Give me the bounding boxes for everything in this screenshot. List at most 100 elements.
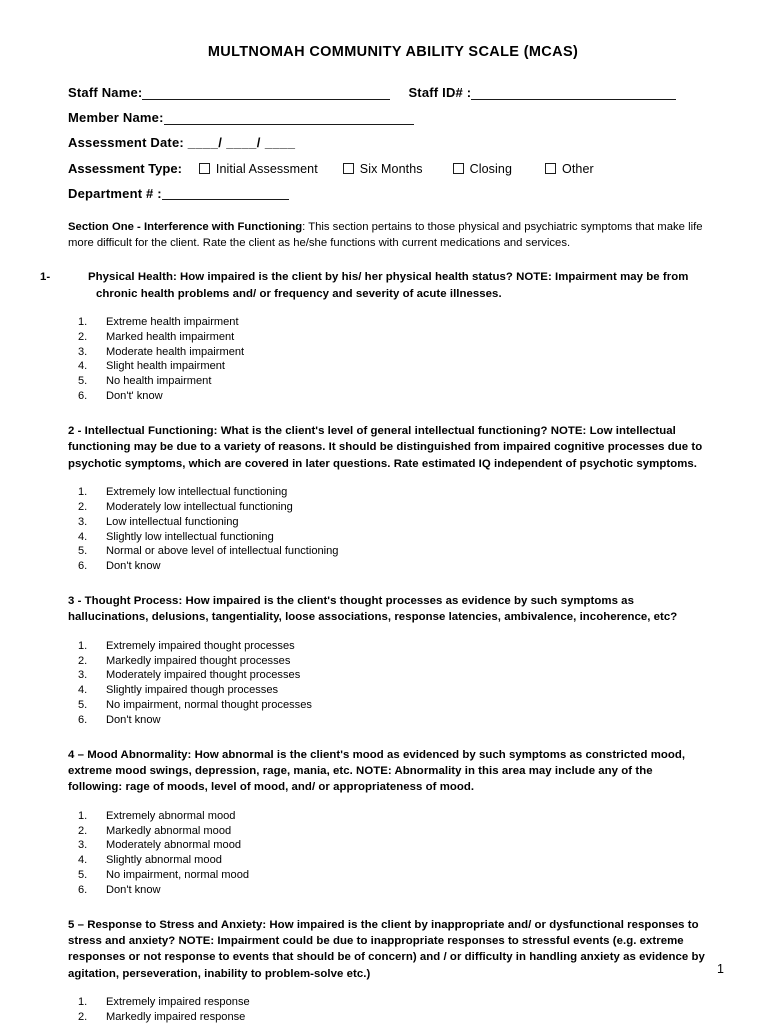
assessment-date-row: Assessment Date: ____/ ____/ ____: [68, 135, 708, 151]
staff-name-label: Staff Name:: [68, 85, 143, 100]
option-label: Extreme health impairment: [106, 316, 239, 329]
option-item[interactable]: 4. Slightly low intellectual functioning: [68, 530, 708, 545]
option-label: Slight health impairment: [106, 360, 226, 373]
option-item[interactable]: 6. Don't know: [68, 713, 708, 728]
question-4: 4 – Mood Abnormality: How abnormal is th…: [68, 748, 686, 794]
page-number: 1: [717, 962, 724, 976]
department-input[interactable]: [161, 187, 289, 201]
staff-id-label: Staff ID# :: [408, 85, 472, 100]
staff-name-input[interactable]: [142, 87, 391, 100]
question-1-options: 1. Extreme health impairment 2. Marked hea…: [68, 315, 708, 404]
option-label: Marked health impairment: [106, 330, 235, 343]
option-item[interactable]: 2. Moderately low intellectual functionin…: [68, 500, 708, 515]
option-item[interactable]: 5. No impairment, normal mood: [68, 868, 708, 883]
question-3-options: 1. Extremely impaired thought processes 2…: [68, 639, 708, 728]
checkbox-box-icon: [342, 163, 354, 175]
option-item[interactable]: 3. Moderately abnormal mood: [68, 838, 708, 853]
option-item[interactable]: 5. No health impairment: [68, 374, 708, 389]
option-item[interactable]: 1. Extremely abnormal mood: [68, 809, 708, 824]
option-label: Normal or above level of intellectual fu…: [106, 545, 339, 558]
checkbox-six-months[interactable]: Six Months: [342, 161, 423, 177]
option-item[interactable]: 1. Extremely low intellectual functioning: [68, 485, 708, 500]
option-label: Low intellectual functioning: [106, 515, 239, 528]
option-item[interactable]: 6. Don't' know: [68, 389, 708, 404]
member-name-row: Member Name:: [68, 110, 708, 126]
option-label: Extremely abnormal mood: [106, 809, 236, 822]
checkbox-box-icon: [545, 163, 556, 175]
assessment-date-label: Assessment Date:: [68, 135, 184, 151]
assessment-date-input[interactable]: ____/ ____/ ____: [188, 135, 296, 150]
option-label: Moderately abnormal mood: [106, 839, 242, 852]
document-content: MULTNOMAH COMMUNITY ABILITY SCALE (MCAS)…: [40, 44, 708, 1024]
option-item[interactable]: 1. Extreme health impairment: [68, 315, 708, 330]
option-label: Moderately low intellectual functioning: [106, 500, 293, 513]
assessment-type-row: Assessment Type: Initial Assessment Six Mo…: [68, 161, 708, 176]
assessment-type-label: Assessment Type:: [68, 161, 182, 177]
option-item[interactable]: 6. Don't know: [68, 883, 708, 898]
option-item[interactable]: 2. Markedly impaired thought processes: [68, 654, 708, 669]
option-item[interactable]: 4. Slight health impairment: [68, 359, 708, 374]
option-label: Markedly abnormal mood: [106, 824, 232, 837]
option-label: Extremely impaired response: [106, 996, 250, 1009]
option-item[interactable]: 3. Low intellectual functioning: [68, 515, 708, 530]
document-page: MULTNOMAH COMMUNITY ABILITY SCALE (MCAS)…: [0, 0, 770, 1024]
department-label: Department # :: [68, 185, 162, 201]
page-title: MULTNOMAH COMMUNITY ABILITY SCALE (MCAS): [207, 44, 579, 60]
member-name-input[interactable]: [163, 112, 414, 125]
option-item[interactable]: 4. Slightly impaired though processes: [68, 683, 708, 698]
option-label: Don't' know: [106, 390, 163, 403]
option-label: No impairment, normal mood: [106, 869, 250, 881]
option-label: No health impairment: [106, 375, 212, 388]
checkbox-closing[interactable]: Closing: [452, 161, 512, 177]
staff-id-input[interactable]: [471, 87, 677, 100]
option-item[interactable]: 2. Marked health impairment: [68, 330, 708, 345]
department-row: Department # :: [68, 185, 708, 202]
question-5: 5 – Response to Stress and Anxiety: How …: [68, 918, 705, 980]
option-item[interactable]: 5. Normal or above level of intellectual …: [68, 544, 708, 559]
question-1: 1- Physical Health: How impaired is the c…: [40, 269, 708, 302]
option-label: Don't know: [106, 883, 161, 896]
header-form: Staff Name: Staff ID# : Member Name: Asse…: [68, 85, 708, 202]
checkbox-label: Initial Assessment: [215, 162, 318, 177]
option-item[interactable]: 1. Extremely impaired response: [68, 995, 708, 1010]
question-2: 2 - Intellectual Functioning: What is th…: [68, 424, 703, 470]
question-1-number: 1-: [40, 271, 51, 284]
option-label: Slightly abnormal mood: [106, 854, 222, 867]
checkbox-label: Six Months: [359, 162, 423, 177]
section-one-intro: Section One - Interference with Function…: [68, 219, 708, 251]
option-label: Moderate health impairment: [106, 345, 245, 358]
option-item[interactable]: 5. No impairment, normal thought processe…: [68, 698, 708, 713]
option-item[interactable]: 2. Markedly impaired response: [68, 1010, 708, 1024]
checkbox-other[interactable]: Other: [545, 161, 594, 176]
option-label: Slightly low intellectual functioning: [106, 530, 274, 543]
member-name-label: Member Name:: [68, 110, 164, 126]
question-4-options: 1. Extremely abnormal mood 2. Markedly abn…: [68, 809, 708, 898]
question-2-options: 1. Extremely low intellectual functioning…: [68, 485, 708, 574]
checkbox-label: Closing: [469, 162, 512, 177]
section-one-heading-rest: - Interference with Functioning: [133, 221, 303, 234]
option-item[interactable]: 4. Slightly abnormal mood: [68, 853, 708, 868]
checkbox-box-icon: [198, 163, 210, 175]
option-label: No impairment, normal thought processes: [106, 698, 312, 711]
option-item[interactable]: 1. Extremely impaired thought processes: [68, 639, 708, 654]
option-label: Don't know: [106, 560, 161, 573]
question-3: 3 - Thought Process: How impaired is the…: [68, 594, 678, 624]
option-item[interactable]: 3. Moderately impaired thought processes: [68, 668, 708, 683]
option-item[interactable]: 3. Moderate health impairment: [68, 345, 708, 360]
option-label: Markedly impaired thought processes: [106, 654, 291, 667]
option-label: Extremely impaired thought processes: [106, 639, 295, 652]
checkbox-box-icon: [452, 163, 464, 175]
option-label: Slightly impaired though processes: [106, 684, 279, 697]
question-1-text: Physical Health: How impaired is the cli…: [88, 271, 689, 300]
option-item[interactable]: 6. Don't know: [68, 559, 708, 574]
option-label: Markedly impaired response: [106, 1011, 246, 1024]
staff-name-row: Staff Name: Staff ID# :: [68, 85, 708, 101]
option-label: Don't know: [106, 713, 161, 726]
option-label: Moderately impaired thought processes: [106, 669, 301, 682]
option-item[interactable]: 2. Markedly abnormal mood: [68, 824, 708, 839]
checkbox-initial-assessment[interactable]: Initial Assessment: [198, 161, 318, 177]
section-one-heading: Section One: [68, 221, 134, 234]
question-5-options: 1. Extremely impaired response 2. Markedly…: [68, 995, 708, 1024]
option-label: Extremely low intellectual functioning: [106, 486, 288, 499]
checkbox-label: Other: [562, 162, 594, 177]
